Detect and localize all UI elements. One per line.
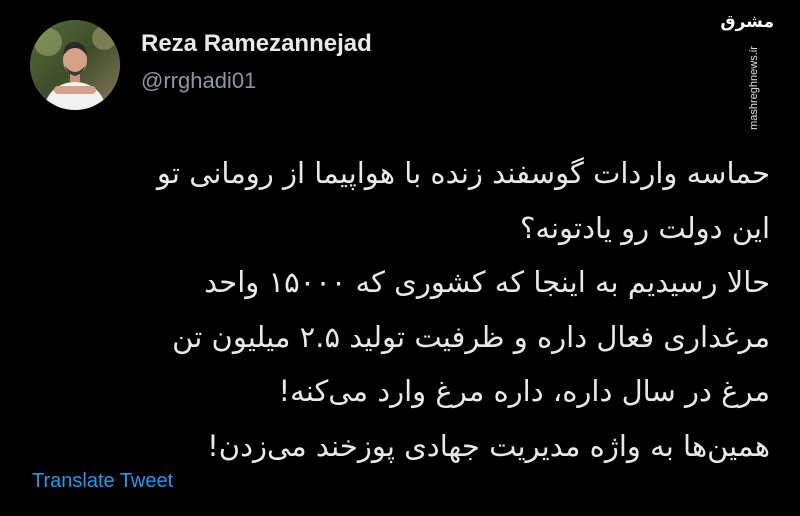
tweet-line: مرغ در سال داره، داره مرغ وارد می‌کنه! <box>278 374 770 408</box>
tweet-line: این دولت رو یادتونه؟ <box>520 210 770 245</box>
avatar[interactable] <box>30 20 120 110</box>
author-handle[interactable]: @rrghadi01 <box>141 68 256 94</box>
author-name[interactable]: Reza Ramezannejad <box>141 30 372 58</box>
tweet-card: Reza Ramezannejad @rrghadi01 مشرق mashre… <box>0 0 800 516</box>
tweet-line: همین‌ها به واژه مدیریت جهادی پوزخند می‌ز… <box>207 428 770 463</box>
tweet-text: حماسه واردات گوسفند زنده با هواپیما از ر… <box>30 146 770 473</box>
tweet-line: حالا رسیدیم به اینجا که کشوری که ۱۵۰۰۰ و… <box>204 265 770 299</box>
profile-photo-icon <box>30 20 120 110</box>
watermark-site: mashreghnews.ir <box>748 46 760 130</box>
tweet-line: مرغداری فعال داره و ظرفیت تولید ۲.۵ میلی… <box>172 319 770 354</box>
translate-tweet-link[interactable]: Translate Tweet <box>32 470 173 493</box>
tweet-line: حماسه واردات گوسفند زنده با هواپیما از ر… <box>156 156 770 190</box>
watermark: مشرق mashreghnews.ir <box>720 10 778 130</box>
